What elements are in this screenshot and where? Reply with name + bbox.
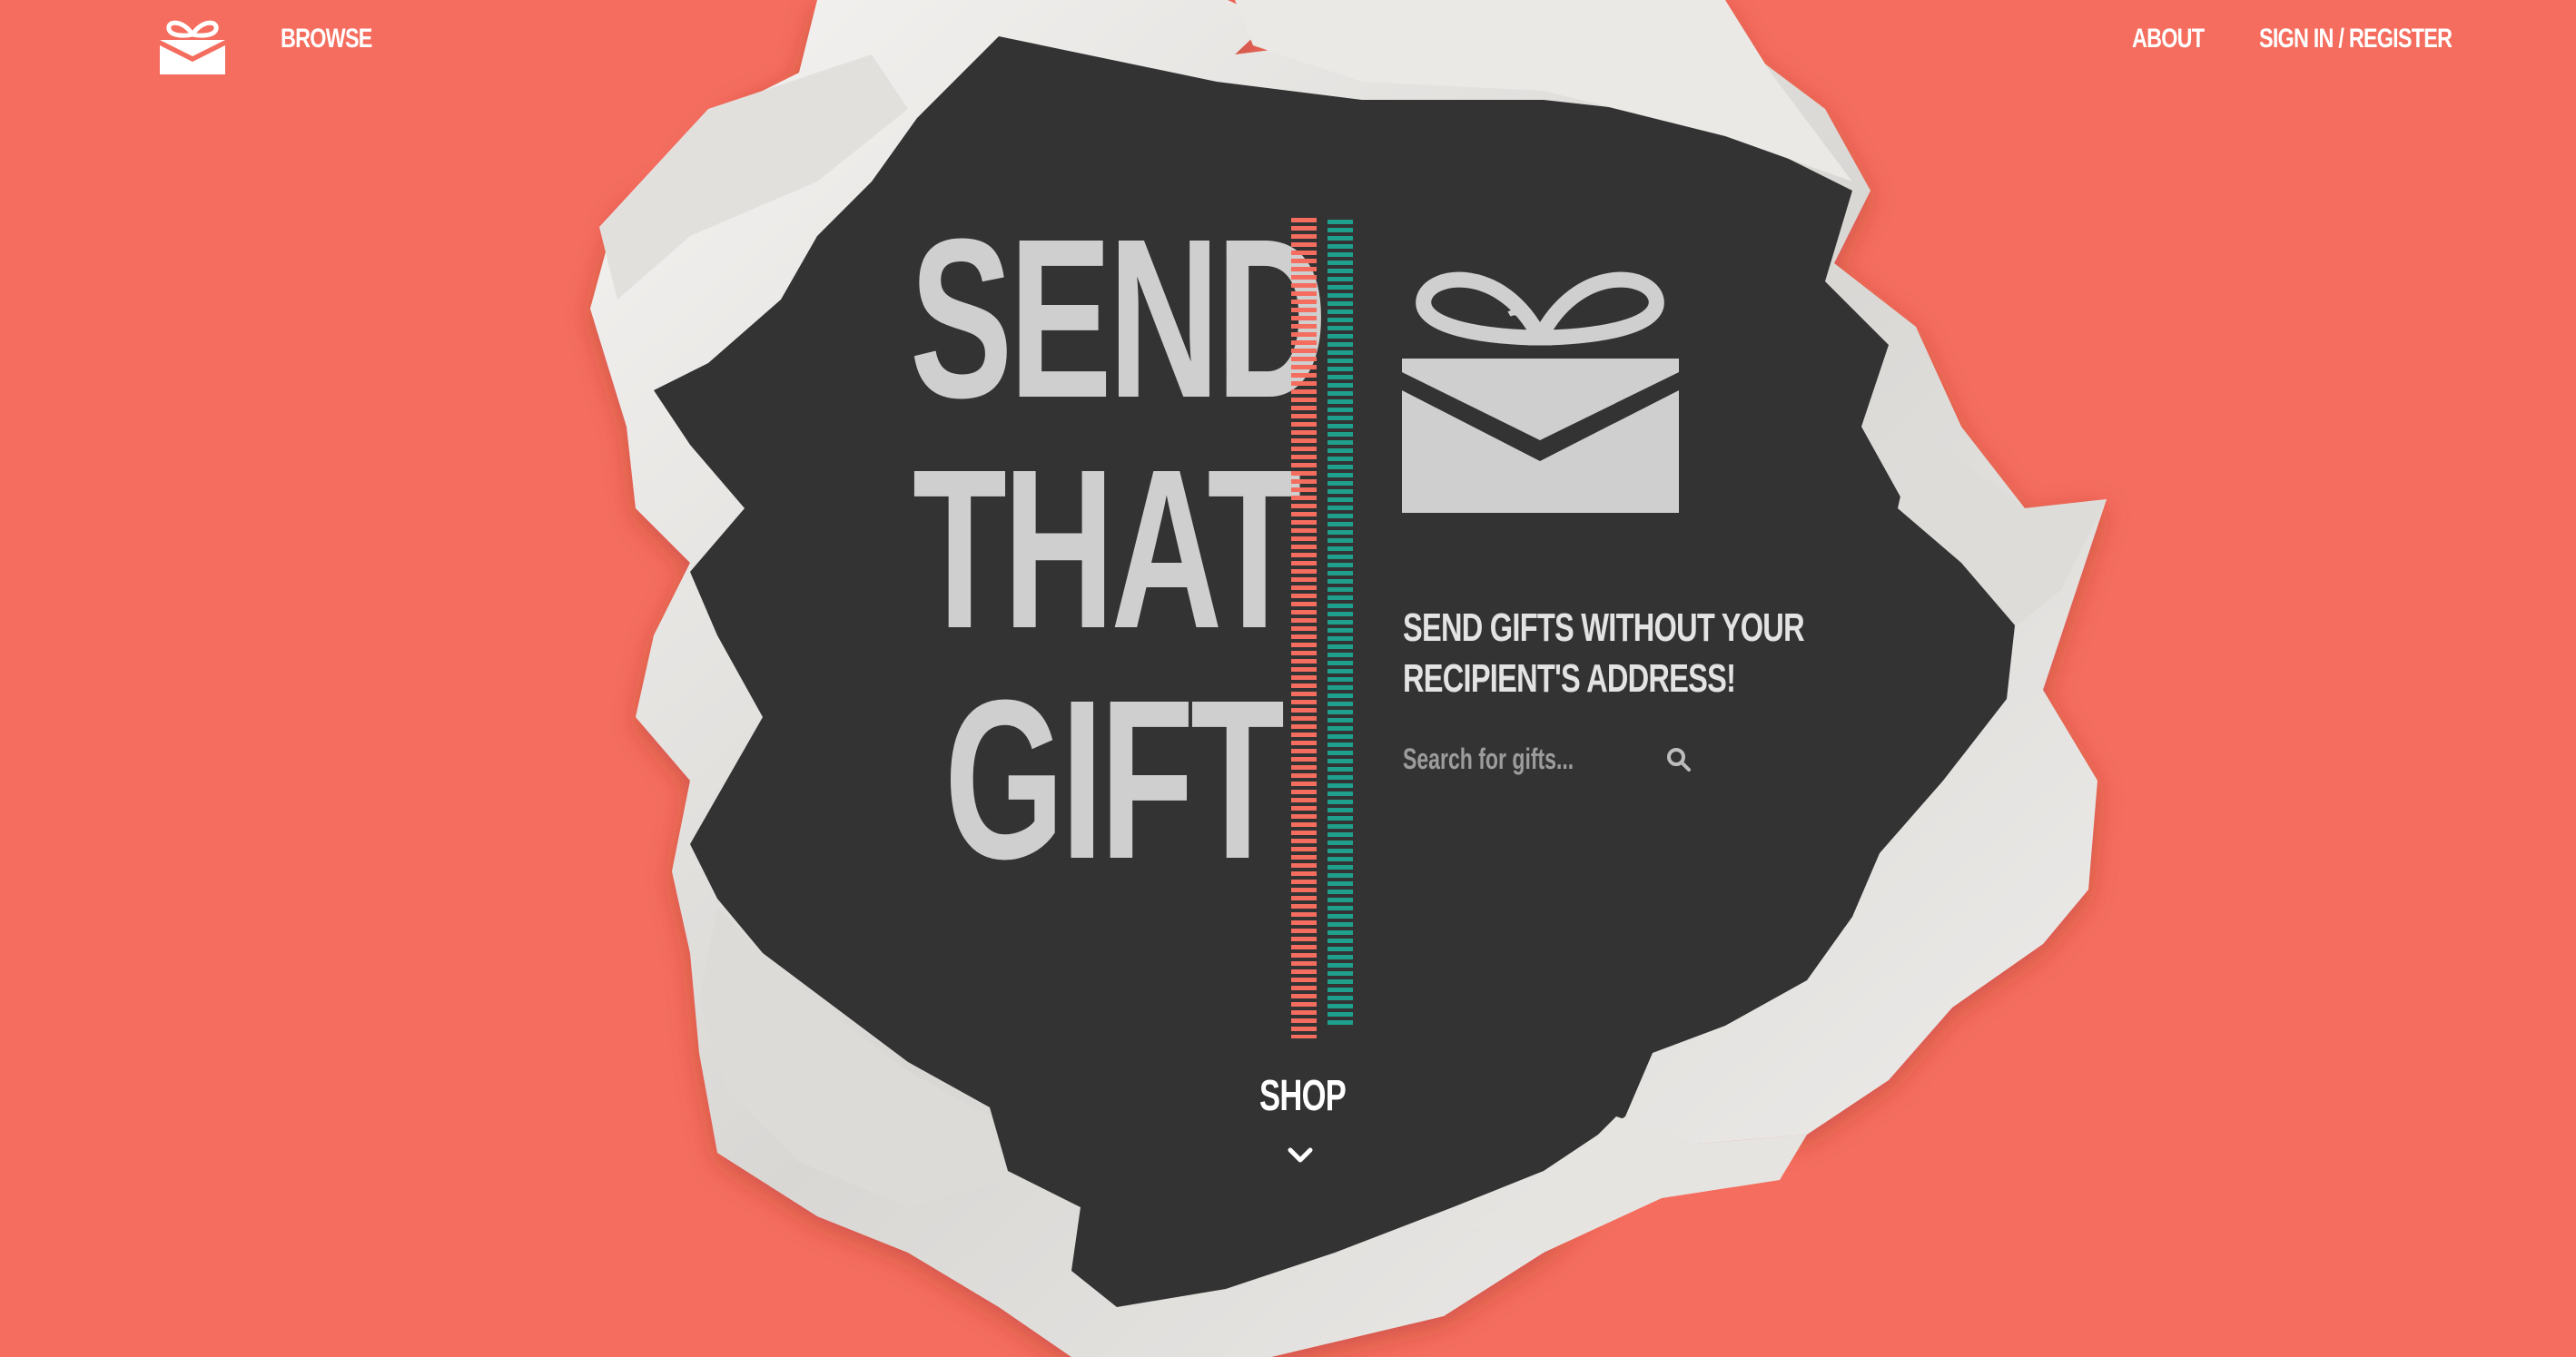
search-box: [1403, 737, 1693, 781]
hero-title-line-2: THAT: [913, 422, 1301, 675]
nav-signin-register-link[interactable]: SIGN IN / REGISTER: [2259, 24, 2453, 54]
chevron-down-icon[interactable]: [1287, 1146, 1314, 1165]
nav-about-link[interactable]: ABOUT: [2132, 24, 2205, 54]
hero-title-line-1: SEND: [910, 192, 1327, 445]
divider-bar-red: [1291, 218, 1317, 1038]
nav-browse-link[interactable]: BROWSE: [281, 24, 372, 54]
search-icon[interactable]: [1665, 746, 1693, 773]
gift-envelope-large-icon: [1402, 271, 1679, 513]
divider-bar-teal: [1327, 220, 1353, 1028]
hero-tagline: SEND GIFTS WITHOUT YOUR RECIPIENT'S ADDR…: [1403, 605, 1805, 701]
page: BROWSE ABOUT SIGN IN / REGISTER SEND THA…: [0, 0, 2576, 1357]
search-input[interactable]: [1403, 737, 1599, 781]
hero-title-line-3: GIFT: [944, 653, 1285, 906]
gift-envelope-icon[interactable]: [158, 16, 227, 76]
shop-link[interactable]: SHOP: [1259, 1071, 1347, 1121]
